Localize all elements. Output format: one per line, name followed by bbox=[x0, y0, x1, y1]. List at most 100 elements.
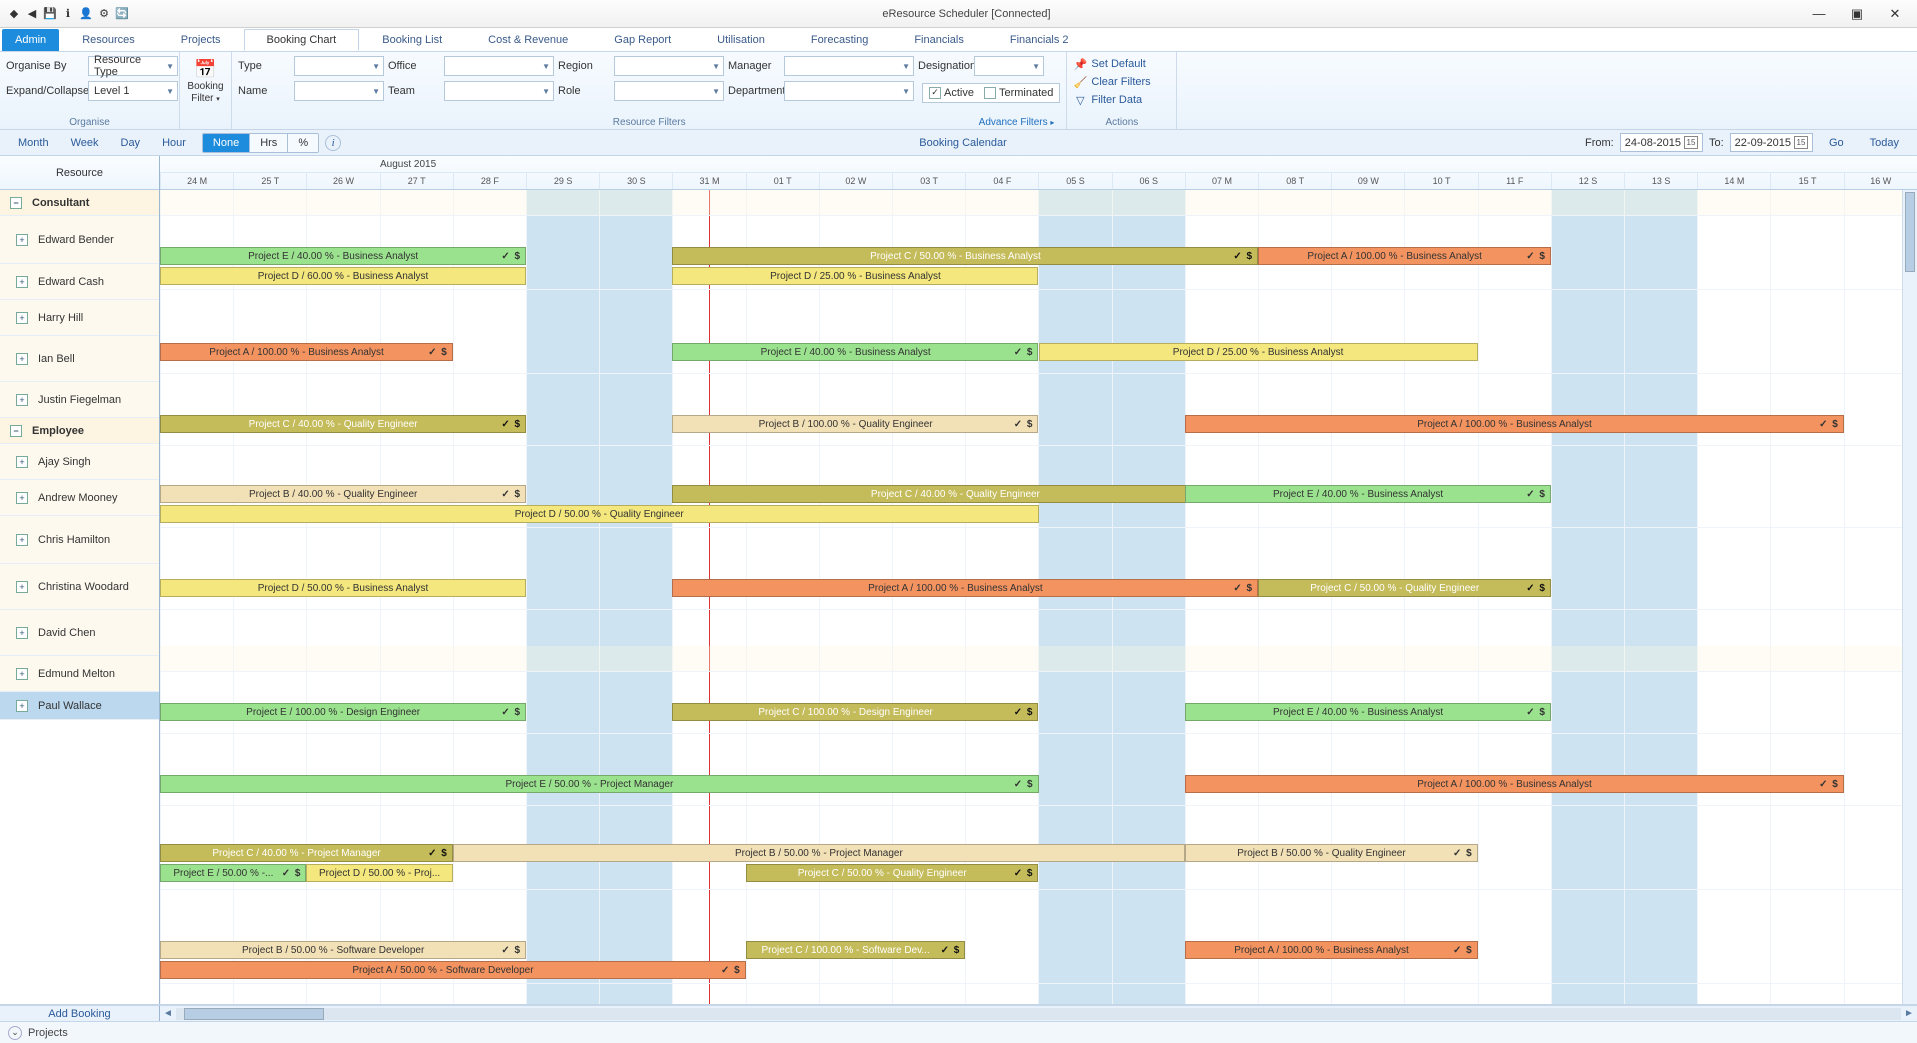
booking-bar[interactable]: Project A / 100.00 % - Business Analyst✓… bbox=[672, 579, 1258, 597]
booking-bar[interactable]: Project A / 100.00 % - Business Analyst✓… bbox=[160, 343, 453, 361]
booking-bar[interactable]: Project C / 50.00 % - Quality Engineer✓ … bbox=[746, 864, 1039, 882]
booking-bar[interactable]: Project D / 50.00 % - Quality Engineer bbox=[160, 505, 1039, 523]
clear-filters-action[interactable]: 🧹Clear Filters bbox=[1073, 73, 1150, 91]
tab-utilisation[interactable]: Utilisation bbox=[694, 29, 788, 51]
tab-admin[interactable]: Admin bbox=[2, 29, 59, 51]
tab-projects[interactable]: Projects bbox=[158, 29, 244, 51]
info-icon[interactable]: ℹ bbox=[60, 6, 76, 22]
expand-icon[interactable] bbox=[16, 312, 28, 324]
booking-bar[interactable]: Project A / 100.00 % - Business Analyst✓… bbox=[1185, 941, 1478, 959]
save-icon[interactable]: 💾 bbox=[42, 6, 58, 22]
filter-manager-dropdown[interactable]: ▼ bbox=[784, 56, 914, 76]
minimize-button[interactable]: — bbox=[1801, 3, 1837, 25]
booking-bar[interactable]: Project A / 100.00 % - Business Analyst✓… bbox=[1185, 775, 1844, 793]
booking-bar[interactable]: Project C / 40.00 % - Quality Engineer✓ … bbox=[672, 485, 1258, 503]
filter-designation-dropdown[interactable]: ▼ bbox=[974, 56, 1044, 76]
expand-collapse-dropdown[interactable]: Level 1▼ bbox=[88, 81, 178, 101]
chevron-down-icon[interactable]: ⌄ bbox=[8, 1026, 22, 1040]
expand-icon[interactable] bbox=[16, 394, 28, 406]
booking-bar[interactable]: Project C / 100.00 % - Design Engineer✓ … bbox=[672, 703, 1038, 721]
booking-bar[interactable]: Project A / 100.00 % - Business Analyst✓… bbox=[1258, 247, 1551, 265]
tab-forecasting[interactable]: Forecasting bbox=[788, 29, 891, 51]
mode-hrs[interactable]: Hrs bbox=[250, 134, 288, 152]
booking-bar[interactable]: Project C / 50.00 % - Quality Engineer✓ … bbox=[1258, 579, 1551, 597]
filter-type-dropdown[interactable]: ▼ bbox=[294, 56, 384, 76]
close-button[interactable]: ✕ bbox=[1877, 3, 1913, 25]
collapse-icon[interactable] bbox=[10, 197, 22, 209]
booking-bar[interactable]: Project E / 50.00 % - Project Manager✓ $ bbox=[160, 775, 1039, 793]
info-icon[interactable]: i bbox=[325, 135, 341, 151]
booking-bar[interactable]: Project E / 40.00 % - Business Analyst✓ … bbox=[672, 343, 1038, 361]
filter-data-action[interactable]: ▽Filter Data bbox=[1073, 91, 1142, 109]
booking-bar[interactable]: Project E / 40.00 % - Business Analyst✓ … bbox=[160, 247, 526, 265]
booking-bar[interactable]: Project D / 60.00 % - Business Analyst bbox=[160, 267, 526, 285]
scale-month[interactable]: Month bbox=[8, 134, 59, 152]
today-button[interactable]: Today bbox=[1860, 134, 1909, 152]
tab-booking-chart[interactable]: Booking Chart bbox=[244, 29, 360, 51]
booking-filter-button[interactable]: 📅 Booking Filter ▾ bbox=[186, 55, 225, 104]
tab-cost-revenue[interactable]: Cost & Revenue bbox=[465, 29, 591, 51]
vertical-scrollbar[interactable] bbox=[1902, 190, 1917, 1004]
filter-team-dropdown[interactable]: ▼ bbox=[444, 81, 554, 101]
booking-bar[interactable]: Project B / 100.00 % - Quality Engineer✓… bbox=[672, 415, 1038, 433]
filter-office-dropdown[interactable]: ▼ bbox=[444, 56, 554, 76]
collapse-icon[interactable] bbox=[10, 425, 22, 437]
booking-bar[interactable]: Project D / 25.00 % - Business Analyst bbox=[1039, 343, 1478, 361]
scale-week[interactable]: Week bbox=[61, 134, 109, 152]
booking-bar[interactable]: Project A / 100.00 % - Business Analyst✓… bbox=[1185, 415, 1844, 433]
expand-icon[interactable] bbox=[16, 492, 28, 504]
tab-booking-list[interactable]: Booking List bbox=[359, 29, 465, 51]
expand-icon[interactable] bbox=[16, 353, 28, 365]
tab-financials[interactable]: Financials bbox=[891, 29, 987, 51]
booking-bar[interactable]: Project A / 50.00 % - Software Developer… bbox=[160, 961, 746, 979]
scale-day[interactable]: Day bbox=[111, 134, 151, 152]
mode-none[interactable]: None bbox=[203, 134, 250, 152]
go-button[interactable]: Go bbox=[1819, 134, 1854, 152]
organise-by-dropdown[interactable]: Resource Type▼ bbox=[88, 56, 178, 76]
expand-icon[interactable] bbox=[16, 668, 28, 680]
filter-role-dropdown[interactable]: ▼ bbox=[614, 81, 724, 101]
booking-bar[interactable]: Project B / 50.00 % - Project Manager bbox=[453, 844, 1185, 862]
expand-icon[interactable] bbox=[16, 581, 28, 593]
filter-region-dropdown[interactable]: ▼ bbox=[614, 56, 724, 76]
add-booking-button[interactable]: Add Booking bbox=[0, 1005, 160, 1021]
booking-bar[interactable]: Project E / 40.00 % - Business Analyst✓ … bbox=[1185, 485, 1551, 503]
mode-percent[interactable]: % bbox=[288, 134, 318, 152]
booking-bar[interactable]: Project C / 40.00 % - Project Manager✓ $ bbox=[160, 844, 453, 862]
booking-bar[interactable]: Project C / 50.00 % - Business Analyst✓ … bbox=[672, 247, 1258, 265]
booking-bar[interactable]: Project E / 50.00 % -...✓ $ bbox=[160, 864, 306, 882]
filter-department-dropdown[interactable]: ▼ bbox=[784, 81, 914, 101]
refresh-icon[interactable]: 🔄 bbox=[114, 6, 130, 22]
advance-filters-link[interactable]: Advance Filters ▸ bbox=[979, 117, 1055, 128]
arrow-left-icon[interactable]: ◀ bbox=[24, 6, 40, 22]
horizontal-scrollbar[interactable]: ◄► bbox=[160, 1005, 1917, 1021]
booking-bar[interactable]: Project B / 40.00 % - Quality Engineer✓ … bbox=[160, 485, 526, 503]
from-date-input[interactable]: 24-08-201515 bbox=[1620, 133, 1703, 152]
expand-icon[interactable] bbox=[16, 627, 28, 639]
expand-icon[interactable] bbox=[16, 534, 28, 546]
active-checkbox[interactable]: ✓Active bbox=[929, 87, 974, 99]
tab-gap-report[interactable]: Gap Report bbox=[591, 29, 694, 51]
booking-bar[interactable]: Project C / 100.00 % - Software Dev...✓ … bbox=[746, 941, 966, 959]
booking-bar[interactable]: Project C / 40.00 % - Quality Engineer✓ … bbox=[160, 415, 526, 433]
booking-bar[interactable]: Project D / 25.00 % - Business Analyst bbox=[672, 267, 1038, 285]
app-icon[interactable]: ◆ bbox=[6, 6, 22, 22]
expand-icon[interactable] bbox=[16, 276, 28, 288]
booking-bar[interactable]: Project B / 50.00 % - Software Developer… bbox=[160, 941, 526, 959]
gear-icon[interactable]: ⚙ bbox=[96, 6, 112, 22]
tab-resources[interactable]: Resources bbox=[59, 29, 158, 51]
user-icon[interactable]: 👤 bbox=[78, 6, 94, 22]
to-date-input[interactable]: 22-09-201515 bbox=[1730, 133, 1813, 152]
expand-icon[interactable] bbox=[16, 234, 28, 246]
expand-icon[interactable] bbox=[16, 700, 28, 712]
terminated-checkbox[interactable]: Terminated bbox=[984, 87, 1053, 99]
booking-bar[interactable]: Project B / 50.00 % - Quality Engineer✓ … bbox=[1185, 844, 1478, 862]
chart-body[interactable]: Project E / 40.00 % - Business Analyst✓ … bbox=[160, 190, 1917, 1004]
set-default-action[interactable]: 📌Set Default bbox=[1073, 55, 1145, 73]
expand-icon[interactable] bbox=[16, 456, 28, 468]
tab-financials-2[interactable]: Financials 2 bbox=[987, 29, 1092, 51]
filter-name-dropdown[interactable]: ▼ bbox=[294, 81, 384, 101]
booking-bar[interactable]: Project D / 50.00 % - Proj... bbox=[306, 864, 452, 882]
booking-bar[interactable]: Project D / 50.00 % - Business Analyst bbox=[160, 579, 526, 597]
scale-hour[interactable]: Hour bbox=[152, 134, 196, 152]
